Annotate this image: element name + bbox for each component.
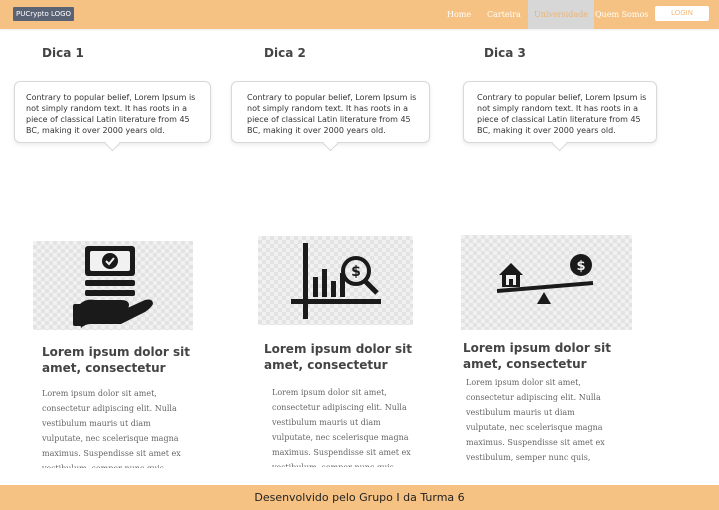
feature-text: Lorem ipsum dolor sit amet, consectetur … xyxy=(42,389,181,468)
money-hand-icon xyxy=(73,245,153,328)
nav-link-carteira[interactable]: Carteira xyxy=(487,0,521,29)
house-money-balance-image: $ xyxy=(461,235,632,330)
feature-title: Lorem ipsum dolor sit amet, consectetur xyxy=(463,341,611,371)
tip-bubble: Contrary to popular belief, Lorem Ipsum … xyxy=(463,81,657,143)
nav-link-quem-somos[interactable]: Quem Somos xyxy=(595,0,648,29)
footer: Desenvolvido pelo Grupo I da Turma 6 xyxy=(0,485,719,510)
chart-search-dollar-icon: $ xyxy=(290,242,381,319)
footer-text: Desenvolvido pelo Grupo I da Turma 6 xyxy=(254,491,465,504)
svg-text:$: $ xyxy=(576,259,585,274)
tip-title: Dica 1 xyxy=(42,46,84,60)
tip-title: Dica 3 xyxy=(484,46,526,60)
chart-search-image: $ xyxy=(258,236,413,325)
tip-title: Dica 2 xyxy=(264,46,306,60)
tip-text: Contrary to popular belief, Lorem Ipsum … xyxy=(26,93,196,135)
nav-link-home[interactable]: Home xyxy=(447,0,471,29)
house-money-balance-icon: $ xyxy=(496,253,593,304)
tip-bubble: Contrary to popular belief, Lorem Ipsum … xyxy=(231,81,430,143)
tip-text: Contrary to popular belief, Lorem Ipsum … xyxy=(477,93,647,135)
nav-link-universidade[interactable]: Universidade xyxy=(528,0,594,29)
tip-bubble: Contrary to popular belief, Lorem Ipsum … xyxy=(14,81,211,143)
feature-title: Lorem ipsum dolor sit amet, consectetur xyxy=(42,345,190,375)
feature-text: Lorem ipsum dolor sit amet, consectetur … xyxy=(466,378,605,462)
tip-text: Contrary to popular belief, Lorem Ipsum … xyxy=(247,93,417,135)
svg-text:$: $ xyxy=(351,264,361,280)
navbar: PUCrypto LOGO Home Carteira Universidade… xyxy=(0,0,719,29)
money-hand-image xyxy=(33,241,193,330)
login-button[interactable]: LOGIN xyxy=(655,6,709,21)
feature-title: Lorem ipsum dolor sit amet, consectetur xyxy=(264,342,412,372)
logo[interactable]: PUCrypto LOGO xyxy=(13,7,75,21)
feature-text: Lorem ipsum dolor sit amet, consectetur … xyxy=(272,388,411,467)
